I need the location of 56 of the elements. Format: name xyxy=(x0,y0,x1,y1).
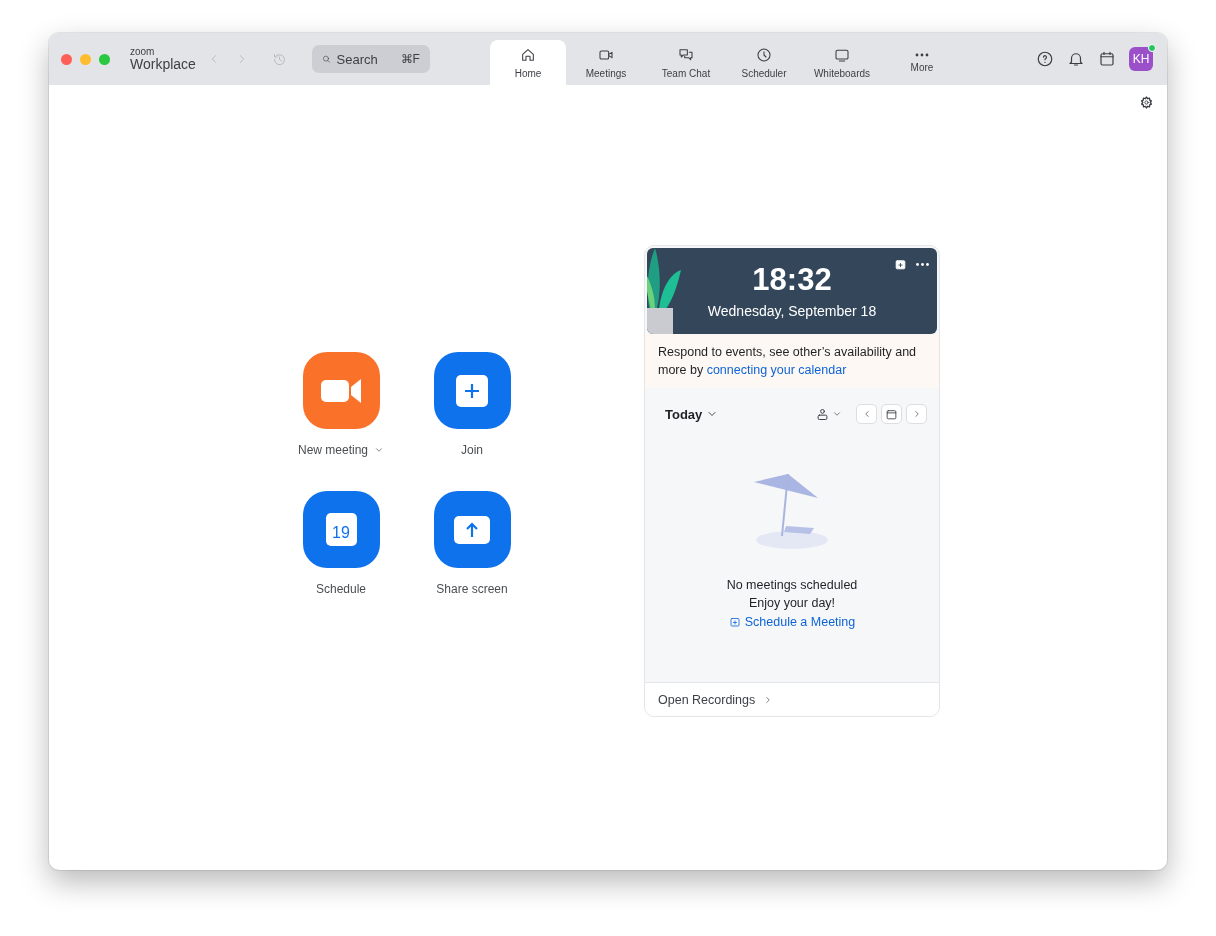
caret-icon xyxy=(374,445,384,455)
nav-tab[interactable]: Scheduler xyxy=(726,40,802,85)
clock-date: Wednesday, September 18 xyxy=(707,302,877,319)
calendar-icon: 19 xyxy=(325,513,357,546)
logo-text: zoom xyxy=(130,47,156,57)
search-input[interactable]: Search xyxy=(336,51,395,67)
history-icon xyxy=(272,51,288,67)
calendar-add-icon xyxy=(894,258,907,271)
person-icon xyxy=(815,406,830,422)
plus-icon xyxy=(456,374,488,407)
action-label: Share screen xyxy=(436,582,508,596)
logo-title: Workplace xyxy=(130,57,196,71)
close-window-button[interactable] xyxy=(61,53,72,65)
nav-tab[interactable]: Whiteboards xyxy=(802,40,882,85)
calendar-icon xyxy=(1098,50,1116,68)
caret-icon xyxy=(832,409,842,419)
more-icon xyxy=(915,52,929,57)
chat-bubbles-icon xyxy=(678,46,694,63)
search-field[interactable]: Search ⌘F xyxy=(311,45,430,73)
clock-icon xyxy=(756,46,772,63)
connect-calendar-link[interactable]: connecting your calendar xyxy=(706,363,847,377)
settings-button[interactable] xyxy=(1140,96,1153,109)
settings-icon xyxy=(1140,96,1153,109)
home-icon xyxy=(520,46,536,63)
video-camera-icon xyxy=(321,377,361,404)
action-tile-button[interactable] xyxy=(433,352,511,429)
action-label: Join xyxy=(461,443,483,457)
notifications-button[interactable] xyxy=(1067,50,1085,68)
calendar-icon xyxy=(885,407,898,421)
action-tile-button[interactable] xyxy=(302,352,380,429)
calendar-add-icon xyxy=(728,616,741,628)
bell-icon xyxy=(1067,50,1085,68)
calendar-button[interactable] xyxy=(1098,50,1116,68)
empty-state-title: No meetings scheduled xyxy=(726,577,858,594)
user-avatar[interactable]: KH xyxy=(1129,47,1153,71)
clock-time: 18:32 xyxy=(752,263,832,295)
action-label: Schedule xyxy=(315,582,366,596)
attendee-filter-button[interactable] xyxy=(815,406,842,422)
empty-state-subtitle: Enjoy your day! xyxy=(748,595,836,612)
shortcut-hint: ⌘F xyxy=(400,52,420,66)
more-icon xyxy=(916,263,929,266)
action-tile-button[interactable] xyxy=(433,491,511,568)
nav-tab[interactable]: Meetings xyxy=(566,40,646,85)
zoom-window-button[interactable] xyxy=(99,53,110,65)
day-selector[interactable]: Today xyxy=(665,406,719,422)
date-picker-button[interactable] xyxy=(881,404,902,424)
nav-tab[interactable]: Home xyxy=(490,40,566,85)
help-icon xyxy=(1036,50,1054,68)
nav-tab[interactable]: More xyxy=(882,40,962,85)
action-tile-button[interactable]: 19 xyxy=(302,491,380,568)
help-button[interactable] xyxy=(1036,50,1054,68)
schedule-meeting-link[interactable]: Schedule a Meeting xyxy=(728,615,856,629)
open-recordings-link[interactable]: Open Recordings xyxy=(645,682,939,716)
calendar-connect-banner: Respond to events, see other’s availability and more by connecting your calendar xyxy=(645,334,939,388)
action-label: New meeting xyxy=(298,443,384,457)
nav-tab[interactable]: Team Chat xyxy=(646,40,726,85)
